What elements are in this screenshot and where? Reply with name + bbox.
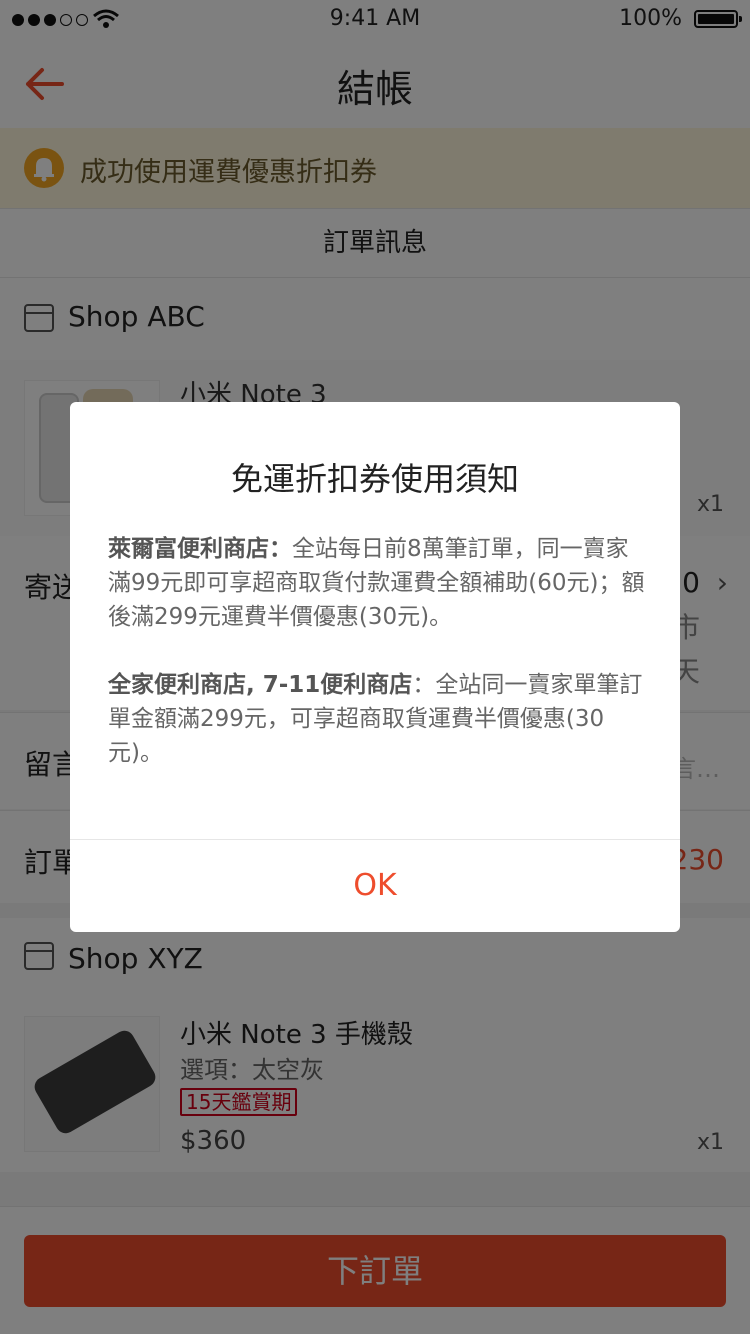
coupon-notice-dialog: 免運折扣券使用須知 萊爾富便利商店：全站每日前8萬筆訂單，同一賣家滿99元即可享… bbox=[70, 402, 680, 932]
dialog-title: 免運折扣券使用須知 bbox=[230, 460, 519, 498]
ok-button[interactable]: OK bbox=[70, 840, 680, 932]
dialog-paragraph-1: 萊爾富便利商店：全站每日前8萬筆訂單，同一賣家滿99元即可享超商取貨付款運費全額… bbox=[108, 536, 645, 630]
dialog-paragraph-2: 全家便利商店, 7-11便利商店：全站同一賣家單筆訂單金額滿299元，可享超商取… bbox=[108, 672, 643, 766]
dialog-body: 萊爾富便利商店：全站每日前8萬筆訂單，同一賣家滿99元即可享超商取貨付款運費全額… bbox=[108, 532, 648, 804]
